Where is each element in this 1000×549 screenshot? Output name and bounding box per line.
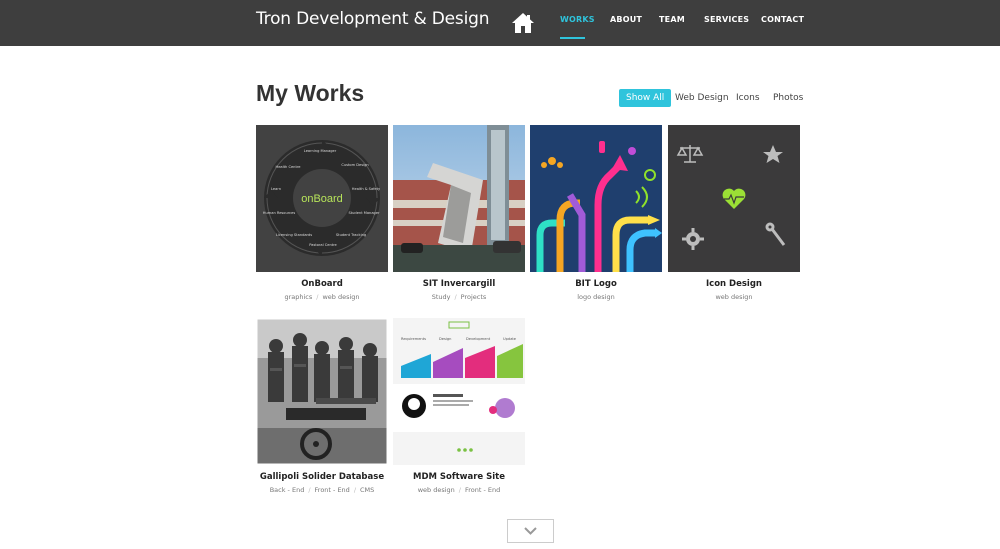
tag-link[interactable]: CMS bbox=[360, 486, 374, 494]
mdm-column-label: Update bbox=[503, 337, 517, 341]
gallipoli-photo bbox=[256, 318, 388, 465]
filter-photos[interactable]: Photos bbox=[773, 89, 803, 107]
site-brand[interactable]: Tron Development & Design bbox=[256, 9, 489, 29]
tag-link[interactable]: graphics bbox=[284, 293, 312, 301]
onboard-label: Pastoral Centre bbox=[309, 243, 337, 247]
filter-web-design[interactable]: Web Design bbox=[675, 89, 729, 107]
onboard-label: Learning Manager bbox=[304, 149, 337, 153]
onboard-label: Student Tracking bbox=[336, 233, 366, 237]
portfolio-item-tags: Study / Projects bbox=[431, 293, 487, 301]
house-icon[interactable] bbox=[511, 11, 535, 35]
filter-show-all[interactable]: Show All bbox=[619, 89, 672, 107]
bit-logo-thumbnail bbox=[530, 125, 662, 272]
portfolio-item-bit-logo[interactable] bbox=[530, 125, 662, 272]
mdm-column-label: Requirements bbox=[401, 337, 426, 341]
onboard-label: Custom Design bbox=[341, 163, 368, 167]
icon-design-thumbnail bbox=[668, 125, 800, 272]
nav-works[interactable]: WORKS bbox=[560, 15, 595, 24]
nav-services[interactable]: SERVICES bbox=[704, 15, 749, 24]
mdm-column-label: Design bbox=[439, 337, 451, 341]
tag-link[interactable]: Front - End bbox=[315, 486, 350, 494]
portfolio-item-title[interactable]: Icon Design bbox=[668, 279, 800, 289]
tag-link[interactable]: Front - End bbox=[465, 486, 500, 494]
portfolio-item-tags: graphics / web design bbox=[284, 293, 360, 301]
portfolio-item-tags: Back - End / Front - End / CMS bbox=[269, 486, 375, 494]
portfolio-item-onboard[interactable]: onBoard Learning Manager Custom Design H… bbox=[256, 125, 388, 272]
top-navigation-bar: Tron Development & Design WORKS ABOUT TE… bbox=[0, 0, 1000, 46]
mdm-site-thumbnail: Requirements Design Development Update bbox=[393, 318, 525, 465]
portfolio-item-gallipoli[interactable] bbox=[256, 318, 388, 465]
tag-link[interactable]: Projects bbox=[461, 293, 487, 301]
tag-link[interactable]: web design bbox=[715, 293, 752, 301]
onboard-label: Learn bbox=[271, 187, 281, 191]
sit-photo bbox=[393, 125, 525, 272]
portfolio-item-title[interactable]: OnBoard bbox=[256, 279, 388, 289]
nav-active-indicator bbox=[560, 37, 585, 39]
portfolio-item-mdm-software[interactable]: Requirements Design Development Update bbox=[393, 318, 525, 465]
portfolio-item-tags: web design / Front - End bbox=[417, 486, 501, 494]
onboard-thumbnail: onBoard Learning Manager Custom Design H… bbox=[256, 125, 388, 272]
onboard-label: Health & Safety bbox=[352, 187, 381, 191]
portfolio-item-title[interactable]: MDM Software Site bbox=[393, 472, 525, 482]
portfolio-item-title[interactable]: SIT Invercargill bbox=[393, 279, 525, 289]
tag-link[interactable]: web design bbox=[322, 293, 359, 301]
portfolio-item-tags: web design bbox=[668, 293, 800, 301]
tag-link[interactable]: logo design bbox=[577, 293, 615, 301]
nav-team[interactable]: TEAM bbox=[659, 15, 685, 24]
onboard-label: Health Centre bbox=[276, 165, 302, 169]
portfolio-item-tags: logo design bbox=[530, 293, 662, 301]
nav-about[interactable]: ABOUT bbox=[610, 15, 642, 24]
onboard-label: Licensing Standards bbox=[276, 233, 312, 237]
tag-link[interactable]: web design bbox=[418, 486, 455, 494]
page-title: My Works bbox=[256, 80, 365, 106]
chevron-down-icon bbox=[524, 527, 537, 535]
onboard-logo-text: onBoard bbox=[301, 193, 343, 205]
mdm-column-label: Development bbox=[466, 337, 491, 341]
portfolio-item-title[interactable]: Gallipoli Solider Database bbox=[256, 472, 388, 482]
onboard-label: Human Resources bbox=[263, 211, 296, 215]
filter-icons[interactable]: Icons bbox=[736, 89, 760, 107]
tag-link[interactable]: Study bbox=[432, 293, 451, 301]
portfolio-item-title[interactable]: BIT Logo bbox=[530, 279, 662, 289]
portfolio-item-icon-design[interactable] bbox=[668, 125, 800, 272]
load-more-button[interactable] bbox=[507, 519, 554, 543]
tag-link[interactable]: Back - End bbox=[270, 486, 305, 494]
nav-contact[interactable]: CONTACT bbox=[761, 15, 804, 24]
onboard-label: Student Manager bbox=[348, 211, 380, 215]
portfolio-item-sit-invercargill[interactable] bbox=[393, 125, 525, 272]
